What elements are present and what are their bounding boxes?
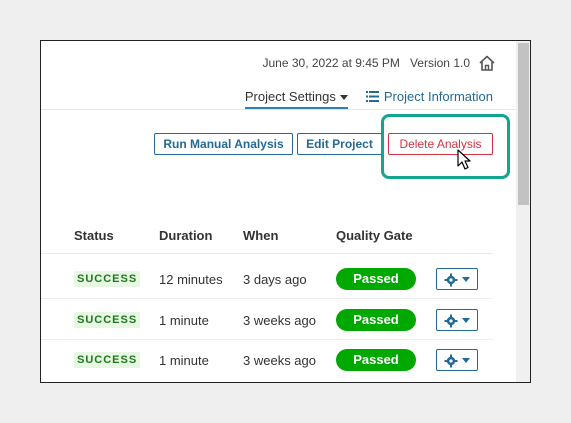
- highlight-frame: [381, 114, 510, 179]
- row-actions-button[interactable]: [436, 349, 478, 371]
- duration-cell: 12 minutes: [159, 272, 223, 287]
- status-badge: SUCCESS: [74, 312, 141, 328]
- row-divider: [41, 298, 493, 299]
- when-cell: 3 days ago: [243, 272, 307, 287]
- row-actions-button[interactable]: [436, 268, 478, 290]
- chevron-down-icon: [462, 358, 470, 363]
- run-manual-analysis-button[interactable]: Run Manual Analysis: [154, 133, 293, 155]
- edit-project-button[interactable]: Edit Project: [297, 133, 382, 155]
- tab-project-information[interactable]: Project Information: [365, 89, 493, 104]
- pointer-cursor-icon: [457, 149, 471, 170]
- gear-icon: [444, 273, 458, 287]
- duration-cell: 1 minute: [159, 313, 209, 328]
- vertical-scrollbar[interactable]: [516, 41, 530, 382]
- chevron-down-icon: [462, 277, 470, 282]
- version-label: Version 1.0: [409, 56, 470, 70]
- project-nav: Project Settings Project Information: [244, 89, 493, 110]
- column-header-when: When: [243, 228, 279, 243]
- scrollbar-thumb[interactable]: [518, 43, 529, 205]
- home-icon[interactable]: [478, 54, 496, 72]
- column-header-status: Status: [74, 228, 114, 243]
- chevron-down-icon: [462, 318, 470, 323]
- row-divider: [41, 339, 493, 340]
- gear-icon: [444, 354, 458, 368]
- when-cell: 3 weeks ago: [243, 353, 316, 368]
- table-header-divider: [41, 253, 493, 254]
- list-icon: [365, 91, 379, 102]
- tab-project-settings-label: Project Settings: [244, 89, 336, 104]
- when-cell: 3 weeks ago: [243, 313, 316, 328]
- row-actions-button[interactable]: [436, 309, 478, 331]
- chevron-down-icon: [339, 95, 348, 101]
- analysis-panel: June 30, 2022 at 9:45 PM Version 1.0 Pro…: [40, 40, 531, 383]
- status-badge: SUCCESS: [74, 352, 141, 368]
- header-divider: [41, 109, 516, 110]
- column-header-quality-gate: Quality Gate: [336, 228, 413, 243]
- duration-cell: 1 minute: [159, 353, 209, 368]
- quality-gate-badge: Passed: [336, 309, 416, 331]
- quality-gate-badge: Passed: [336, 268, 416, 290]
- timestamp: June 30, 2022 at 9:45 PM: [262, 56, 400, 70]
- page-meta: June 30, 2022 at 9:45 PM Version 1.0: [263, 56, 471, 70]
- quality-gate-badge: Passed: [336, 349, 416, 371]
- status-badge: SUCCESS: [74, 271, 141, 287]
- tab-project-settings[interactable]: Project Settings: [244, 89, 348, 110]
- gear-icon: [444, 314, 458, 328]
- tab-project-information-label: Project Information: [383, 89, 493, 104]
- column-header-duration: Duration: [159, 228, 213, 243]
